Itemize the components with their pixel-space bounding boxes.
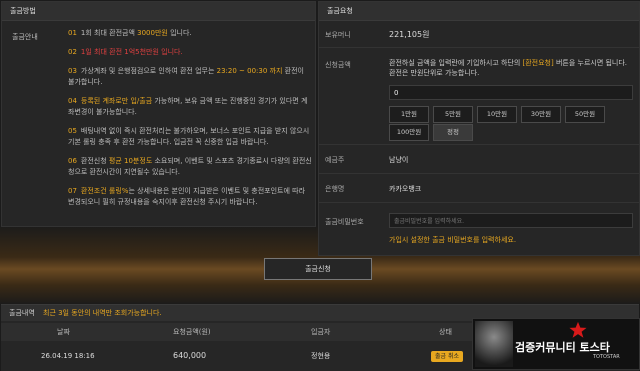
withdraw-submit-button[interactable]: 출금신청 [264, 258, 372, 280]
password-row: 출금비밀번호 출금비밀번호를 입력하세요. 가입시 설정한 출금 비밀번호를 입… [319, 203, 639, 247]
notice-number: 06 [68, 157, 77, 165]
notice-highlight: 3000만원 [137, 29, 168, 37]
notice-number: 03 [68, 67, 77, 75]
balance-value: 221,105원 [389, 30, 430, 39]
history-subtitle: 최근 3일 동안의 내역만 조회가능합니다. [43, 309, 162, 317]
notice-number: 05 [68, 127, 77, 135]
balance-label: 보유머니 [325, 31, 351, 39]
amount-help-text: 환전하실 금액을 입력란에 기입하시고 하단의 [389, 59, 523, 67]
notice-list: 01 1회 최대 환전금액 3000만원 입니다. 02 1일 최대 환전 1억5천만… [68, 28, 312, 216]
notice-item: 05 배팅내역 없이 즉시 환전처리는 불가하오며, 보너스 포인트 지급을 받지… [68, 126, 312, 148]
bank-label: 은행명 [325, 185, 345, 193]
amount-button-300k[interactable]: 30만원 [521, 106, 561, 123]
column-amount: 요청금액(원) [173, 328, 211, 336]
withdraw-request-panel: 출금요청 보유머니 221,105원 신청금액 환전하실 금액을 입력란에 기입… [318, 1, 640, 256]
balance-row: 보유머니 221,105원 [319, 21, 639, 48]
notice-number: 07 [68, 187, 77, 195]
notice-item: 04 등록된 계좌로만 입/출금 가능하며, 보유 금액 또는 진행중인 경기가 … [68, 96, 312, 118]
row-amount: 640,000 [173, 351, 207, 360]
notice-item: 07 환전조건 롤링%는 상세내용은 본인이 지급받은 이벤트 및 충전포인트에 … [68, 186, 312, 208]
promo-text: 검증커뮤니티 토스타 [515, 341, 610, 354]
withdraw-request-title: 출금요청 [319, 2, 639, 21]
withdraw-method-title: 출금방법 [2, 2, 315, 21]
withdraw-method-panel: 출금방법 출금안내 01 1회 최대 환전금액 3000만원 입니다. 02 1일 최… [1, 1, 316, 227]
bank-value: 카카오뱅크 [389, 185, 422, 193]
amount-button-500k[interactable]: 50만원 [565, 106, 605, 123]
amount-help: 환전하실 금액을 입력란에 기입하시고 하단의 [환전요청] 버튼을 누르시면 … [389, 58, 633, 78]
notice-highlight: 환전조건 롤링% [80, 187, 129, 195]
notice-text: 가상계좌 및 은행점검으로 인하여 환전 업무는 [80, 67, 217, 75]
notice-highlight: 1일 최대 환전 1억5천만원 입니다. [80, 48, 183, 56]
amount-help-highlight: [환전요청] [522, 59, 554, 67]
history-title: 출금내역 [9, 309, 35, 317]
notice-text: 배팅내역 없이 즉시 환전처리는 불가하오며, 보너스 포인트 지급을 받지 않… [68, 127, 310, 146]
column-date: 날짜 [57, 328, 70, 336]
bank-row: 은행명 카카오뱅크 [319, 174, 639, 203]
notice-highlight: 평균 10분정도 [108, 157, 153, 165]
password-input[interactable]: 출금비밀번호를 입력하세요. [389, 213, 633, 228]
amount-reset-button[interactable]: 정정 [433, 124, 473, 141]
amount-button-100k[interactable]: 10만원 [477, 106, 517, 123]
withdraw-guide-label: 출금안내 [12, 33, 38, 41]
notice-number: 04 [68, 97, 77, 105]
notice-item: 02 1일 최대 환전 1억5천만원 입니다. [68, 47, 312, 58]
notice-highlight: 23:20 ~ 00:30 까지 [216, 67, 283, 75]
column-status: 상태 [439, 328, 452, 336]
notice-number: 01 [68, 29, 77, 37]
notice-text: 환전신청 [80, 157, 109, 165]
promo-banner[interactable]: 검증커뮤니티 토스타 TOTOSTAR [472, 318, 640, 370]
holder-label: 예금주 [325, 156, 345, 164]
promo-subtext: TOTOSTAR [593, 354, 620, 360]
amount-label: 신청금액 [325, 61, 351, 69]
holder-row: 예금주 남냥이 [319, 145, 639, 174]
amount-row: 신청금액 환전하실 금액을 입력란에 기입하시고 하단의 [환전요청] 버튼을 … [319, 48, 639, 145]
notice-item: 01 1회 최대 환전금액 3000만원 입니다. [68, 28, 312, 39]
amount-button-1m[interactable]: 100만원 [389, 124, 429, 141]
amount-button-10k[interactable]: 1만원 [389, 106, 429, 123]
notice-number: 02 [68, 48, 77, 56]
notice-text-end: 입니다. [167, 29, 192, 37]
password-note: 가입시 설정한 출금 비밀번호를 입력하세요. [389, 236, 517, 244]
notice-item: 06 환전신청 평균 10분정도 소요되며, 이벤트 및 스포츠 경기종료시 다량… [68, 156, 312, 178]
notice-item: 03 가상계좌 및 은행점검으로 인하여 환전 업무는 23:20 ~ 00:30… [68, 66, 312, 88]
password-label: 출금비밀번호 [325, 218, 364, 226]
status-badge[interactable]: 출금 취소 [431, 351, 463, 362]
soldier-image [475, 321, 513, 367]
row-date: 26.04.19 18:16 [41, 352, 95, 360]
amount-button-50k[interactable]: 5만원 [433, 106, 473, 123]
notice-text: 1회 최대 환전금액 [80, 29, 138, 37]
holder-value: 남냥이 [389, 156, 409, 164]
amount-input[interactable]: 0 [389, 85, 633, 100]
column-depositor: 입금자 [311, 328, 331, 336]
star-icon [569, 321, 587, 338]
notice-highlight: 등록된 계좌로만 입/출금 [80, 97, 153, 105]
row-depositor: 정현용 [311, 352, 331, 360]
